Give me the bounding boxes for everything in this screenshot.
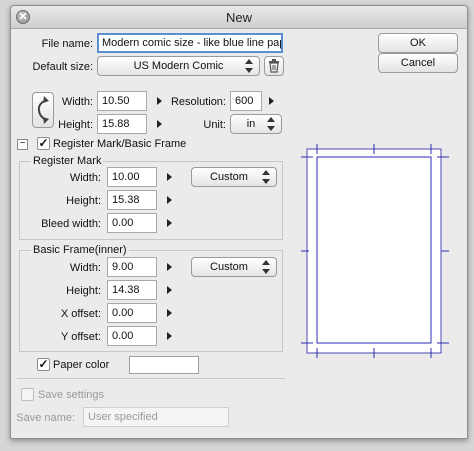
file-name-label: File name: [41,38,93,50]
page-preview-diagram [301,144,449,358]
x-offset-input[interactable]: 0.00 [107,303,157,323]
frame-width-label: Width: [69,262,101,274]
unit-label: Unit: [203,119,226,131]
register-width-label: Width: [69,172,101,184]
register-mark-title: Register Mark [31,155,104,167]
arrow-right-icon[interactable] [167,219,172,227]
arrow-right-icon[interactable] [167,332,172,340]
unit-value: in [246,118,256,130]
frame-width-input[interactable]: 9.00 [107,257,157,277]
page-width-input[interactable]: 10.50 [97,91,147,111]
file-name-input[interactable]: Modern comic size - like blue line paper [97,33,283,53]
register-width-input[interactable]: 10.00 [107,167,157,187]
frame-height-label: Height: [66,285,101,297]
bleed-width-input[interactable]: 0.00 [107,213,157,233]
register-frame-checkbox[interactable]: ✓ [37,137,50,150]
y-offset-input[interactable]: 0.00 [107,326,157,346]
collapse-toggle[interactable]: − [17,139,28,150]
save-settings-checkbox[interactable] [21,388,34,401]
page-preview [301,144,449,358]
up-down-arrows-icon [267,117,275,131]
up-down-arrows-icon [262,170,270,184]
arrow-right-icon[interactable] [167,309,172,317]
divider [17,378,285,379]
new-document-dialog: ✕ New OK Cancel File name: Modern comic … [10,5,468,439]
register-height-label: Height: [66,195,101,207]
register-preset-value: Custom [210,171,248,183]
paper-color-label: Paper color [53,359,110,371]
resolution-input[interactable]: 600 [230,91,262,111]
default-size-select[interactable]: US Modern Comic [97,56,260,76]
save-name-input[interactable]: User specified [83,407,229,427]
x-offset-label: X offset: [60,308,101,320]
resolution-label: Resolution: [170,96,226,108]
cancel-button[interactable]: Cancel [378,53,458,73]
unit-select[interactable]: in [230,114,282,134]
default-size-value: US Modern Comic [133,60,224,72]
bleed-width-label: Bleed width: [41,218,101,230]
ok-button[interactable]: OK [378,33,458,53]
register-frame-label: Register Mark/Basic Frame [53,138,187,150]
arrow-right-icon[interactable] [167,286,172,294]
rotate-orientation-icon [37,96,49,124]
page-height-input[interactable]: 15.88 [97,114,147,134]
save-name-label: Save name: [16,412,75,424]
page-width-label: Width: [61,96,93,108]
frame-height-input[interactable]: 14.38 [107,280,157,300]
arrow-right-icon[interactable] [269,97,274,105]
arrow-right-icon[interactable] [167,173,172,181]
paper-color-checkbox[interactable]: ✓ [37,358,50,371]
register-mark-preset-select[interactable]: Custom [191,167,277,187]
save-settings-label: Save settings [38,389,105,401]
paper-color-swatch[interactable] [129,356,199,374]
basic-frame-preset-select[interactable]: Custom [191,257,277,277]
arrow-right-icon[interactable] [167,263,172,271]
frame-preset-value: Custom [210,261,248,273]
window-title: New [225,10,252,25]
trash-icon [269,59,279,73]
default-size-label: Default size: [32,61,93,73]
up-down-arrows-icon [245,59,253,73]
register-height-input[interactable]: 15.38 [107,190,157,210]
basic-frame-title: Basic Frame(inner) [31,244,129,256]
page-height-label: Height: [58,119,93,131]
up-down-arrows-icon [262,260,270,274]
arrow-right-icon[interactable] [167,196,172,204]
y-offset-label: Y offset: [61,331,101,343]
delete-preset-button[interactable] [264,56,284,76]
title-bar: ✕ New [11,6,467,29]
